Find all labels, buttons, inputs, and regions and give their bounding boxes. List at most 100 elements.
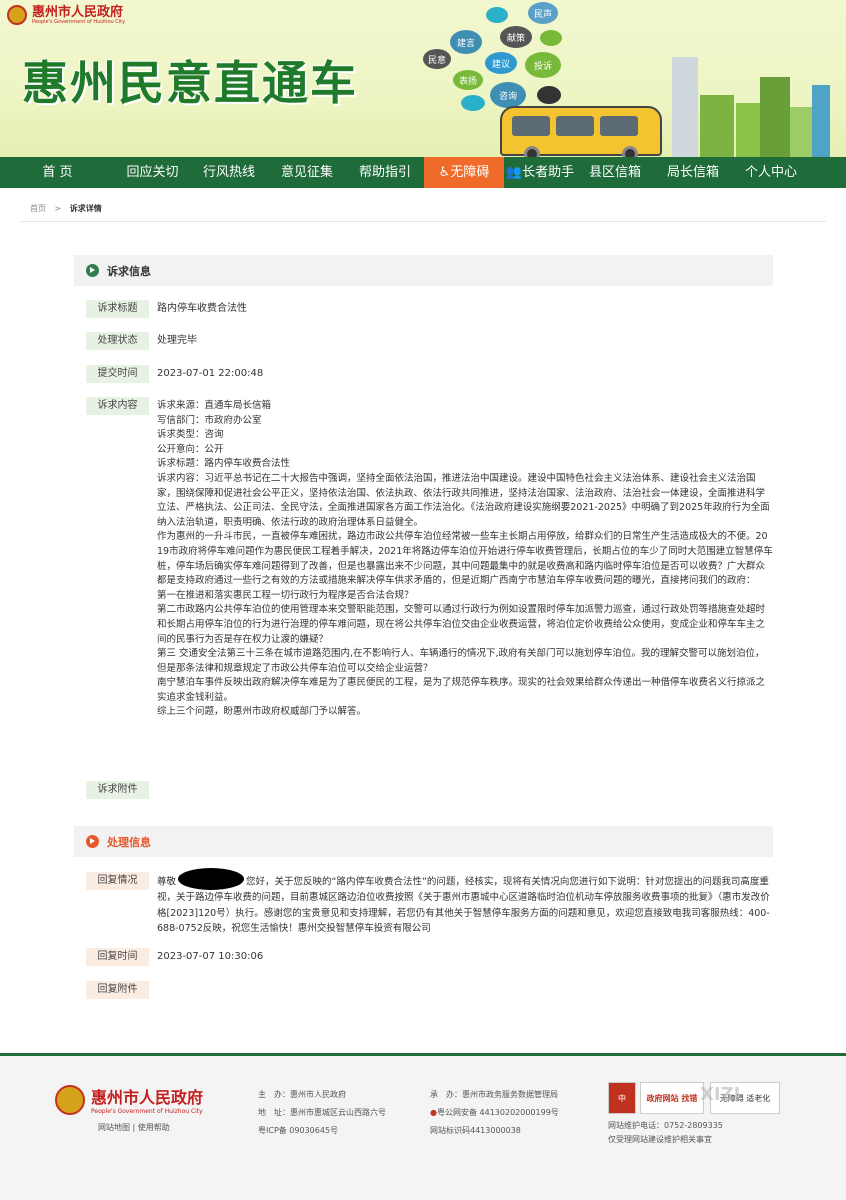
nav-item-elder[interactable]: 👥长者助手 <box>504 157 576 188</box>
gov-name-en: People's Government of Huizhou City <box>32 18 126 25</box>
content-line: 第二市政路内公共停车泊位的使用管理本来交警职能范围，交警可以通过行政行为例如设置… <box>157 604 766 645</box>
footer-site-id: 网站标识码4413000038 <box>430 1126 521 1135</box>
nav-item-opinion[interactable]: 意见征集 <box>268 157 346 188</box>
party-gov-badge-icon[interactable]: 中 <box>608 1082 636 1114</box>
reply-situation-label: 回复情况 <box>86 872 149 890</box>
footer-gov-name-en: People's Government of Huizhou City <box>91 1108 203 1115</box>
footer-address-label: 地 址： <box>258 1108 290 1117</box>
bubble-7: 表扬 <box>453 70 483 90</box>
skyline-building <box>672 57 698 157</box>
main-nav: 首 页 回应关切 行风热线 意见征集 帮助指引 ♿无障碍 👥长者助手 县区信箱 … <box>0 157 846 188</box>
bus-window <box>512 116 550 136</box>
footer-logo[interactable]: 惠州市人民政府 People's Government of Huizhou C… <box>55 1084 203 1115</box>
reply-attachment-label: 回复附件 <box>86 981 149 999</box>
reply-time-value: 2023-07-07 10:30:06 <box>157 951 264 962</box>
nav-item-director[interactable]: 局长信箱 <box>654 157 732 188</box>
breadcrumb-home[interactable]: 首页 <box>30 204 46 213</box>
content-line: 诉求类型：咨询 <box>157 429 224 441</box>
reply-section-title: 处理信息 <box>107 835 151 849</box>
appeal-section-header: 诉求信息 <box>74 255 773 286</box>
skyline-building <box>736 103 760 157</box>
footer-address: 地 址：惠州市惠城区云山西路六号 <box>258 1107 386 1118</box>
header-banner: 惠州市人民政府 People's Government of Huizhou C… <box>0 0 846 157</box>
skyline-building <box>760 77 790 157</box>
nav-item-help[interactable]: 帮助指引 <box>346 157 424 188</box>
footer-links[interactable]: 网站地图 | 使用帮助 <box>98 1122 170 1133</box>
bubble-6: 投诉 <box>525 52 561 78</box>
reply-time-label: 回复时间 <box>86 948 149 966</box>
appeal-status-value: 处理完毕 <box>157 335 197 346</box>
footer-organizer-value: 惠州市政务服务数据管理局 <box>462 1090 558 1099</box>
content-line: 诉求来源：直通车局长信箱 <box>157 400 272 411</box>
nav-item-county[interactable]: 县区信箱 <box>576 157 654 188</box>
bus-illustration <box>500 106 662 157</box>
footer-gov-name: 惠州市人民政府 <box>91 1088 204 1107</box>
breadcrumb: 首页 > 诉求详情 <box>30 203 102 214</box>
appeal-status-label: 处理状态 <box>86 332 149 350</box>
wheelchair-icon: ♿ <box>438 165 451 180</box>
content-line: 诉求内容：习近平总书记在二十大报告中强调，坚持全面依法治国，推进法治中国建设。建… <box>157 472 770 528</box>
site-title: 惠州民意直通车 <box>22 56 358 110</box>
reply-text-after: 您好，关于您反映的“路内停车收费合法性”的问题，经核实，现将有关情况向您进行如下… <box>157 876 770 935</box>
bus-window <box>556 116 594 136</box>
footer-host-value: 惠州市人民政府 <box>290 1090 346 1099</box>
content-line: 第一在推进和落实惠民工程一切行政行为程序是否合法合规？ <box>157 589 414 601</box>
content-line: 综上三个问题，盼惠州市政府权威部门予以解答。 <box>157 706 367 718</box>
nav-item-response[interactable]: 回应关切 <box>115 157 190 188</box>
bubble-5: 建议 <box>485 52 517 74</box>
appeal-attachment-label: 诉求附件 <box>86 781 149 799</box>
gov-logo[interactable]: 惠州市人民政府 People's Government of Huizhou C… <box>7 5 125 25</box>
appeal-title-value: 路内停车收费合法性 <box>157 303 247 314</box>
play-circle-icon <box>86 264 99 277</box>
footer-organizer-label: 承 办： <box>430 1090 462 1099</box>
bubble-deco-2 <box>540 30 562 46</box>
appeal-content-label: 诉求内容 <box>86 397 149 415</box>
content-line: 第三 交通安全法第三十三条在城市道路范围内,在不影响行人、车辆通行的情况下,政府… <box>157 648 765 674</box>
footer-hotline: 网站维护电话：0752-2809335 <box>608 1121 723 1130</box>
elder-icon: 👥 <box>505 165 523 180</box>
breadcrumb-separator: > <box>54 204 62 213</box>
bubble-3: 献策 <box>500 26 532 48</box>
watermark: XIZI <box>700 1084 741 1105</box>
nav-item-home[interactable]: 首 页 <box>0 157 115 188</box>
footer-address-value: 惠州市惠城区云山西路六号 <box>290 1108 386 1117</box>
redacted-name <box>178 868 245 890</box>
footer-host-label: 主 办： <box>258 1090 290 1099</box>
reply-text-before: 尊敬 <box>157 876 177 888</box>
content-line: 作为惠州的一升斗市民，一直被停车难困扰，路边市政公共停车泊位经常被一些车主长期占… <box>157 531 773 587</box>
appeal-section-title: 诉求信息 <box>107 264 151 278</box>
bubble-deco-3 <box>537 86 561 104</box>
nav-item-hotline[interactable]: 行风热线 <box>190 157 268 188</box>
reply-content: 尊敬 您好，关于您反映的“路内停车收费合法性”的问题，经核实，现将有关情况向您进行… <box>157 868 773 937</box>
appeal-title-label: 诉求标题 <box>86 300 149 318</box>
breadcrumb-current: 诉求详情 <box>69 204 102 213</box>
content-line: 公开意向：公开 <box>157 443 224 455</box>
footer: 惠州市人民政府 People's Government of Huizhou C… <box>0 1053 846 1200</box>
footer-police-value: 粤公网安备 44130202000199号 <box>436 1108 559 1117</box>
bubble-8: 咨询 <box>490 82 526 108</box>
appeal-submitted-label: 提交时间 <box>86 365 149 383</box>
bus-wheel <box>622 146 638 157</box>
appeal-submitted-value: 2023-07-01 22:00:48 <box>157 368 264 379</box>
bus-wheel <box>524 146 540 157</box>
nav-item-personal[interactable]: 个人中心 <box>732 157 810 188</box>
national-emblem-icon <box>55 1084 85 1115</box>
footer-host: 主 办：惠州市人民政府 <box>258 1089 346 1100</box>
bus-window <box>600 116 638 136</box>
footer-police[interactable]: ●粤公网安备 44130202000199号 <box>430 1107 559 1118</box>
error-report-badge[interactable]: 政府网站 找错 <box>640 1082 704 1114</box>
footer-icp[interactable]: 粤ICP备 09030645号 <box>258 1125 338 1136</box>
skyline-building <box>700 95 734 157</box>
divider <box>20 221 826 222</box>
bubble-4: 民意 <box>423 49 451 69</box>
skyline-tower <box>812 85 830 157</box>
bubble-deco-4 <box>461 95 485 111</box>
content-line: 南宁慧泊车事件反映出政府解决停车难是为了惠民便民的工程，是为了规范停车秩序。现实… <box>157 677 766 703</box>
bubble-2: 建言 <box>450 30 482 54</box>
nav-item-accessibility[interactable]: ♿无障碍 <box>424 157 504 188</box>
content-line: 写信部门：市政府办公室 <box>157 414 262 426</box>
bubble-1: 民声 <box>528 2 558 24</box>
nav-item-elder-label: 长者助手 <box>522 165 575 180</box>
skyline-building <box>790 107 812 157</box>
nav-item-accessibility-label: 无障碍 <box>450 165 490 180</box>
